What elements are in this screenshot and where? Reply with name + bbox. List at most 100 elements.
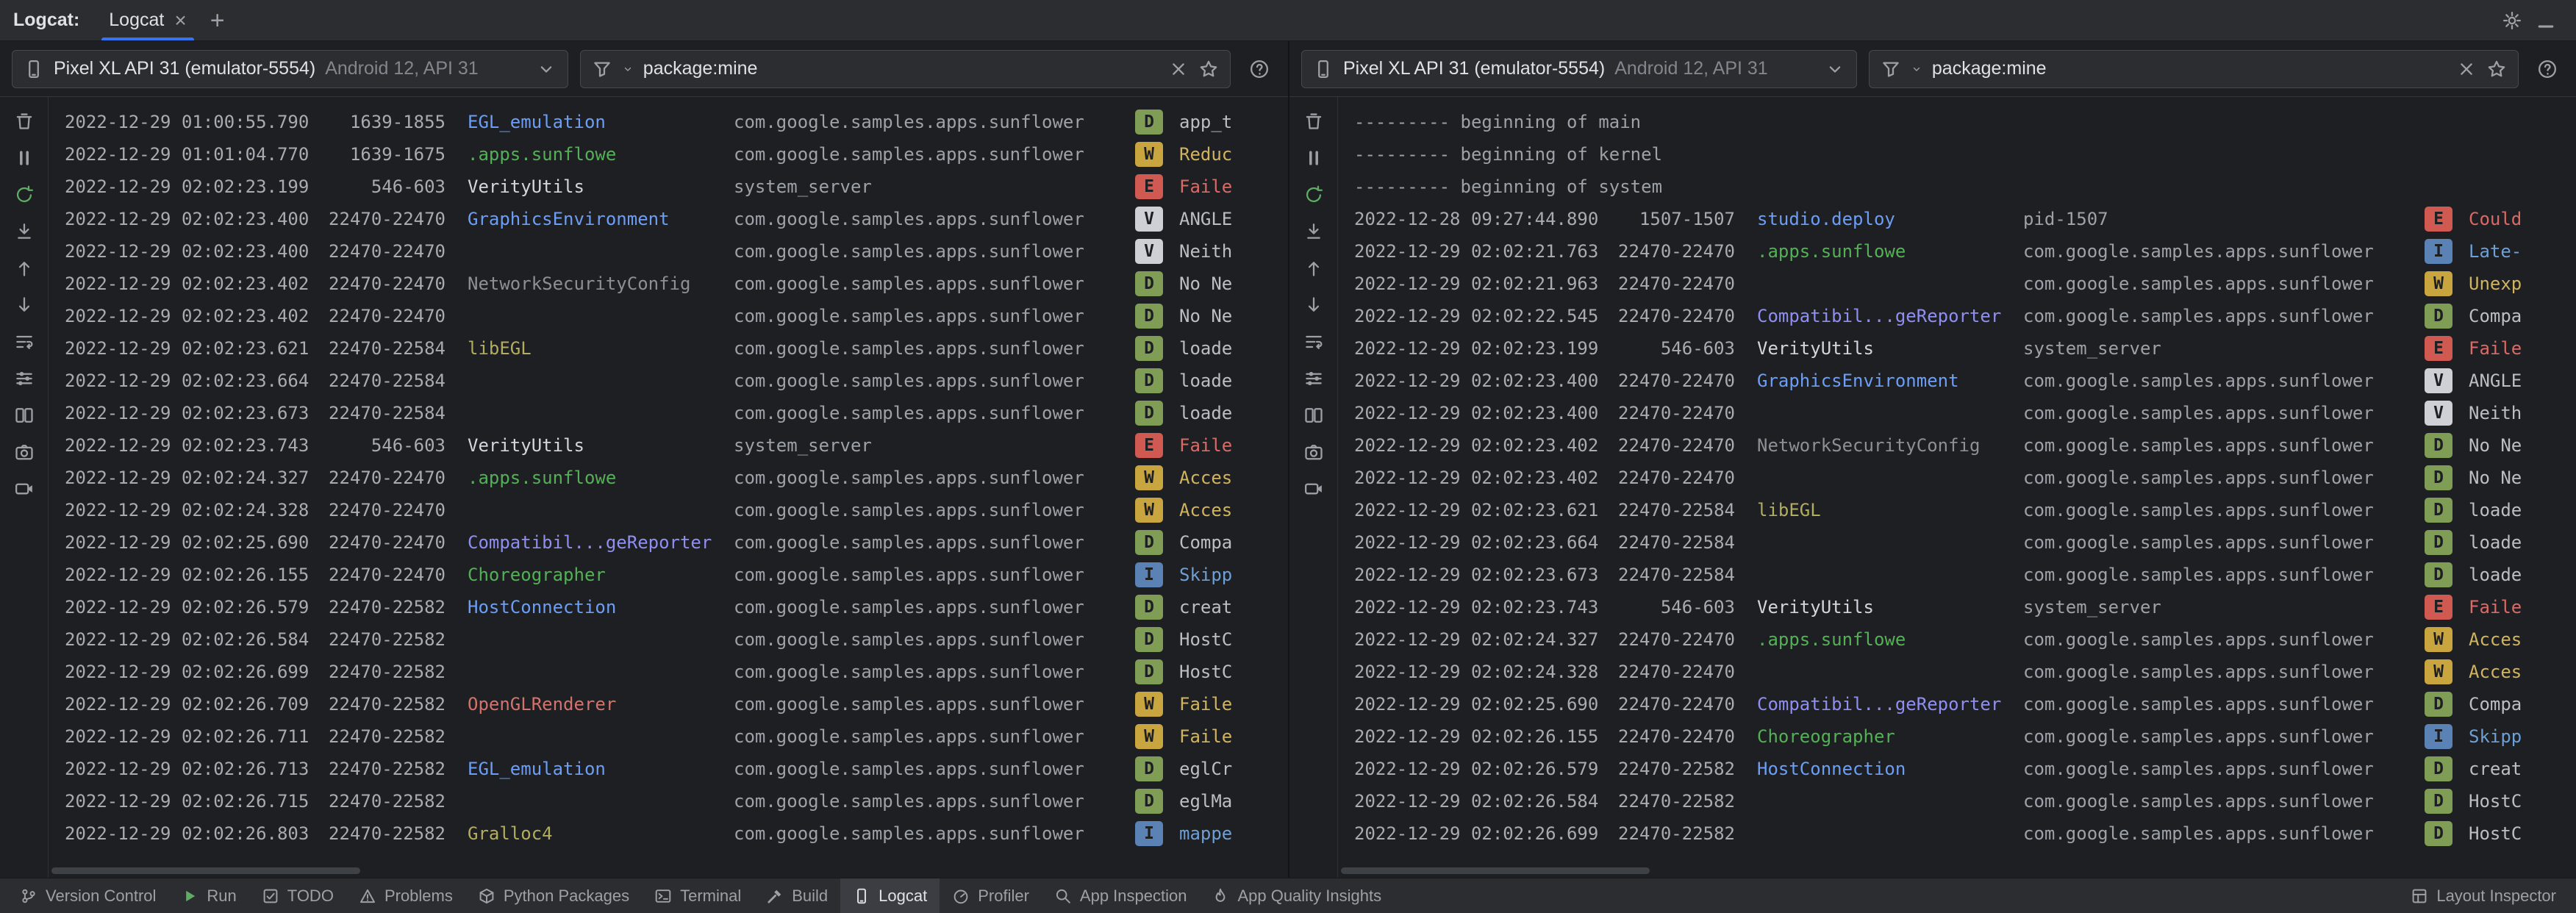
log-row[interactable]: --------- beginning of kernel xyxy=(1338,138,2576,171)
log-row[interactable]: 2022-12-29 02:02:24.327 22470-22470 .apps.… xyxy=(49,462,1288,494)
log-row[interactable]: 2022-12-29 02:02:23.402 22470-22470 Networ… xyxy=(1338,429,2576,462)
help-icon[interactable] xyxy=(2530,52,2564,86)
log-row[interactable]: 2022-12-29 02:02:26.711 22470-22582 com.go… xyxy=(49,720,1288,753)
device-selector[interactable]: Pixel XL API 31 (emulator-5554) Android … xyxy=(12,49,568,88)
take-screenshot-button[interactable] xyxy=(1297,437,1331,468)
log-row[interactable]: 2022-12-29 02:02:25.690 22470-22470 Compat… xyxy=(1338,688,2576,720)
log-row[interactable]: 2022-12-29 02:02:26.713 22470-22582 EGL_em… xyxy=(49,753,1288,785)
pause-logcat-button[interactable] xyxy=(7,143,41,173)
statusbar-item-version-control[interactable]: Version Control xyxy=(7,878,168,913)
restart-logcat-button[interactable] xyxy=(1297,179,1331,210)
statusbar-item-python-packages[interactable]: Python Packages xyxy=(465,878,642,913)
clear-logcat-button[interactable] xyxy=(7,106,41,137)
soft-wrap-button[interactable] xyxy=(7,326,41,357)
statusbar-item-todo[interactable]: TODO xyxy=(249,878,346,913)
log-row[interactable]: 2022-12-28 09:27:44.890 1507-1507 studio.d… xyxy=(1338,203,2576,235)
clear-filter-icon[interactable] xyxy=(2456,59,2477,79)
statusbar-item-app-quality-insights[interactable]: App Quality Insights xyxy=(1199,878,1394,913)
clear-logcat-button[interactable] xyxy=(1297,106,1331,137)
log-row[interactable]: 2022-12-29 02:02:23.402 22470-22470 Networ… xyxy=(49,268,1288,300)
next-occurrence-button[interactable] xyxy=(1297,290,1331,321)
filter-input[interactable]: package:mine xyxy=(1868,49,2519,88)
previous-occurrence-button[interactable] xyxy=(7,253,41,284)
configure-logcat-button[interactable] xyxy=(7,363,41,394)
take-screenshot-button[interactable] xyxy=(7,437,41,468)
favorite-filter-icon[interactable] xyxy=(1198,59,1219,79)
log-row[interactable]: 2022-12-29 02:02:26.584 22470-22582 com.go… xyxy=(1338,785,2576,817)
log-row[interactable]: 2022-12-29 02:02:26.579 22470-22582 HostCo… xyxy=(49,591,1288,623)
log-row[interactable]: 2022-12-29 02:02:23.402 22470-22470 com.go… xyxy=(1338,462,2576,494)
horizontal-scrollbar[interactable] xyxy=(1341,867,1650,874)
statusbar-item-app-inspection[interactable]: App Inspection xyxy=(1042,878,1200,913)
log-row[interactable]: 2022-12-29 02:02:23.664 22470-22584 com.go… xyxy=(49,365,1288,397)
log-row[interactable]: 2022-12-29 02:02:21.963 22470-22470 com.go… xyxy=(1338,268,2576,300)
log-row[interactable]: 2022-12-29 02:02:24.328 22470-22470 com.go… xyxy=(49,494,1288,526)
log-row[interactable]: 2022-12-29 02:02:23.199 546-603 VerityUtil… xyxy=(1338,332,2576,365)
statusbar-item-logcat[interactable]: Logcat xyxy=(840,878,940,913)
log-area[interactable]: 2022-12-29 01:00:55.790 1639-1855 EGL_emul… xyxy=(49,97,1288,878)
log-row[interactable]: 2022-12-29 02:02:23.402 22470-22470 com.go… xyxy=(49,300,1288,332)
log-row[interactable]: --------- beginning of main xyxy=(1338,106,2576,138)
soft-wrap-button[interactable] xyxy=(1297,326,1331,357)
log-row[interactable]: 2022-12-29 02:02:26.584 22470-22582 com.go… xyxy=(49,623,1288,656)
log-row[interactable]: 2022-12-29 02:02:23.400 22470-22470 Graphi… xyxy=(1338,365,2576,397)
log-row[interactable]: 2022-12-29 02:02:22.545 22470-22470 Compat… xyxy=(1338,300,2576,332)
previous-occurrence-button[interactable] xyxy=(1297,253,1331,284)
favorite-filter-icon[interactable] xyxy=(2486,59,2507,79)
clear-filter-icon[interactable] xyxy=(1168,59,1189,79)
log-row[interactable]: 2022-12-29 02:02:23.743 546-603 VerityUtil… xyxy=(1338,591,2576,623)
restart-logcat-button[interactable] xyxy=(7,179,41,210)
statusbar-item-layout-inspector[interactable]: Layout Inspector xyxy=(2398,878,2569,913)
log-row[interactable]: 2022-12-29 02:02:26.715 22470-22582 com.go… xyxy=(49,785,1288,817)
log-row[interactable]: 2022-12-29 02:02:23.621 22470-22584 libEGL… xyxy=(49,332,1288,365)
log-row[interactable]: 2022-12-29 02:02:26.579 22470-22582 HostCo… xyxy=(1338,753,2576,785)
log-row[interactable]: 2022-12-29 02:02:23.743 546-603 VerityUtil… xyxy=(49,429,1288,462)
split-panels-button[interactable] xyxy=(1297,400,1331,431)
log-row[interactable]: 2022-12-29 02:02:24.328 22470-22470 com.go… xyxy=(1338,656,2576,688)
next-occurrence-button[interactable] xyxy=(7,290,41,321)
log-area[interactable]: --------- beginning of main --------- beg… xyxy=(1338,97,2576,878)
configure-logcat-button[interactable] xyxy=(1297,363,1331,394)
log-row[interactable]: 2022-12-29 02:02:26.155 22470-22470 Choreo… xyxy=(1338,720,2576,753)
log-row[interactable]: 2022-12-29 02:02:21.763 22470-22470 .apps.… xyxy=(1338,235,2576,268)
log-row[interactable]: 2022-12-29 02:02:26.155 22470-22470 Choreo… xyxy=(49,559,1288,591)
pause-logcat-button[interactable] xyxy=(1297,143,1331,173)
log-row[interactable]: 2022-12-29 02:02:26.699 22470-22582 com.go… xyxy=(49,656,1288,688)
log-row[interactable]: 2022-12-29 01:01:04.770 1639-1675 .apps.su… xyxy=(49,138,1288,171)
help-icon[interactable] xyxy=(1242,52,1276,86)
statusbar-item-profiler[interactable]: Profiler xyxy=(940,878,1042,913)
scroll-to-end-button[interactable] xyxy=(7,216,41,247)
log-row[interactable]: 2022-12-29 02:02:23.400 22470-22470 com.go… xyxy=(1338,397,2576,429)
tab-logcat[interactable]: Logcat × xyxy=(96,0,199,40)
statusbar-item-build[interactable]: Build xyxy=(754,878,840,913)
log-row[interactable]: 2022-12-29 02:02:23.673 22470-22584 com.go… xyxy=(1338,559,2576,591)
log-row[interactable]: --------- beginning of system xyxy=(1338,171,2576,203)
log-row[interactable]: 2022-12-29 02:02:23.400 22470-22470 Graphi… xyxy=(49,203,1288,235)
record-screen-button[interactable] xyxy=(7,473,41,504)
log-row[interactable]: 2022-12-29 02:02:26.803 22470-22582 Grallo… xyxy=(49,817,1288,850)
log-row[interactable]: 2022-12-29 02:02:23.199 546-603 VerityUtil… xyxy=(49,171,1288,203)
log-row[interactable]: 2022-12-29 02:02:23.621 22470-22584 libEGL… xyxy=(1338,494,2576,526)
log-row[interactable]: 2022-12-29 02:02:26.699 22470-22582 com.go… xyxy=(1338,817,2576,850)
log-row[interactable]: 2022-12-29 02:02:23.673 22470-22584 com.go… xyxy=(49,397,1288,429)
horizontal-scrollbar[interactable] xyxy=(51,867,360,874)
scroll-to-end-button[interactable] xyxy=(1297,216,1331,247)
tab-close-icon[interactable]: × xyxy=(174,10,186,31)
statusbar-item-problems[interactable]: Problems xyxy=(346,878,465,913)
device-selector[interactable]: Pixel XL API 31 (emulator-5554) Android … xyxy=(1301,49,1857,88)
statusbar-item-run[interactable]: Run xyxy=(168,878,248,913)
log-row[interactable]: 2022-12-29 02:02:23.664 22470-22584 com.go… xyxy=(1338,526,2576,559)
log-row[interactable]: 2022-12-29 02:02:26.709 22470-22582 OpenGL… xyxy=(49,688,1288,720)
statusbar-item-terminal[interactable]: Terminal xyxy=(642,878,754,913)
gear-icon[interactable] xyxy=(2495,4,2529,37)
log-row[interactable]: 2022-12-29 02:02:25.690 22470-22470 Compat… xyxy=(49,526,1288,559)
log-row[interactable]: 2022-12-29 02:02:23.400 22470-22470 com.go… xyxy=(49,235,1288,268)
filter-input[interactable]: package:mine xyxy=(579,49,1231,88)
split-panels-button[interactable] xyxy=(7,400,41,431)
hide-tool-window-icon[interactable] xyxy=(2529,4,2563,37)
record-screen-button[interactable] xyxy=(1297,473,1331,504)
log-row[interactable]: 2022-12-29 01:00:55.790 1639-1855 EGL_emul… xyxy=(49,106,1288,138)
add-tab-button[interactable]: + xyxy=(210,8,225,33)
log-package: com.google.samples.apps.sunflower xyxy=(2023,468,2374,488)
log-row[interactable]: 2022-12-29 02:02:24.327 22470-22470 .apps.… xyxy=(1338,623,2576,656)
